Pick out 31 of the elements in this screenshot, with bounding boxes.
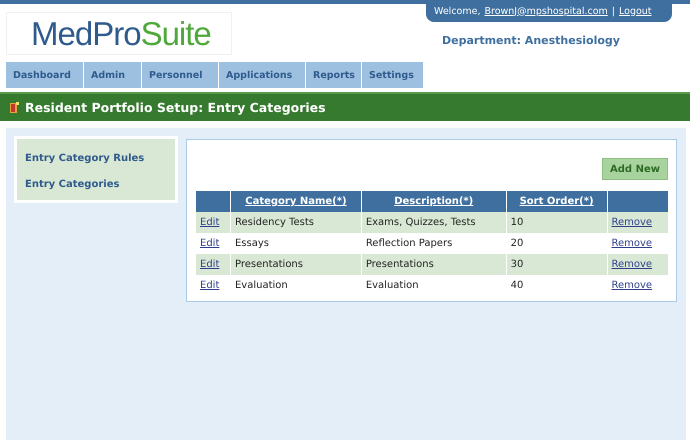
column-header[interactable]: Category Name(*): [230, 191, 362, 212]
logo: MedProSuite: [6, 12, 232, 55]
table-cell: Evaluation: [230, 275, 362, 296]
nav-tab[interactable]: Personnel: [142, 62, 219, 88]
column-header[interactable]: Description(*): [361, 191, 506, 212]
table-cell: 40: [506, 275, 607, 296]
edit-link[interactable]: Edit: [200, 238, 220, 249]
edit-link[interactable]: Edit: [200, 259, 220, 270]
remove-link[interactable]: Remove: [612, 217, 652, 228]
edit-link[interactable]: Edit: [200, 280, 220, 291]
sidebar-link[interactable]: Entry Categories: [25, 171, 175, 197]
separator: |: [612, 6, 615, 16]
nav-tab[interactable]: Settings: [362, 62, 424, 88]
nav-tab[interactable]: Applications: [219, 62, 306, 88]
table-cell: Evaluation: [361, 275, 506, 296]
nav-tab[interactable]: Admin: [84, 62, 142, 88]
add-new-button[interactable]: Add New: [602, 158, 668, 180]
logout-link[interactable]: Logout: [619, 6, 652, 16]
department-label: Department: Anesthesiology: [442, 34, 621, 47]
email-link[interactable]: BrownJ@mpshospital.com: [484, 6, 608, 16]
page-title: Resident Portfolio Setup: Entry Categories: [25, 100, 326, 115]
remove-link[interactable]: Remove: [612, 259, 652, 270]
welcome-text: Welcome,: [434, 6, 480, 16]
sidebar-link[interactable]: Entry Category Rules: [25, 145, 175, 171]
column-header[interactable]: Sort Order(*): [506, 191, 607, 212]
portfolio-icon: [10, 102, 19, 113]
remove-link[interactable]: Remove: [612, 238, 652, 249]
nav-tab[interactable]: Reports: [306, 62, 362, 88]
remove-link[interactable]: Remove: [612, 280, 652, 291]
nav-tab[interactable]: Dashboard: [6, 62, 84, 88]
edit-link[interactable]: Edit: [200, 217, 220, 228]
